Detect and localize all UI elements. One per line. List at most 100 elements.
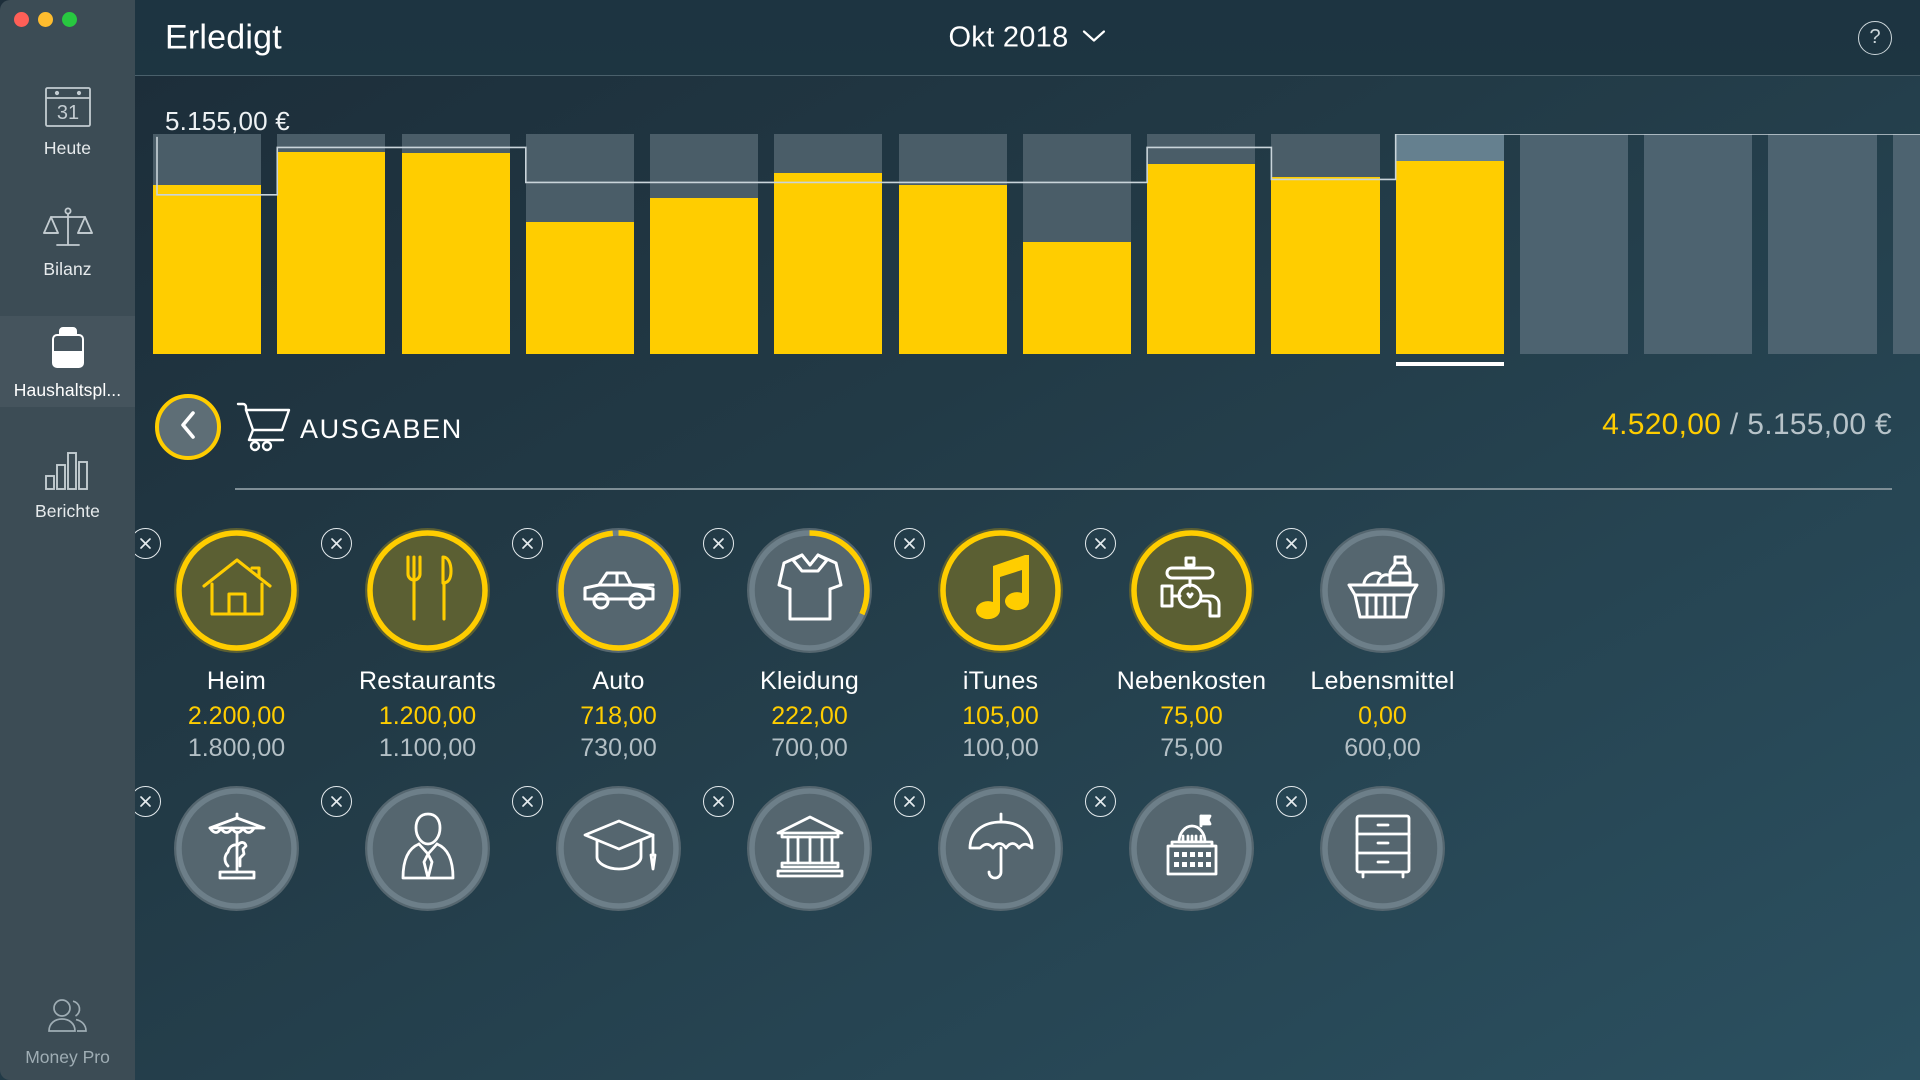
bar-column[interactable]	[1644, 134, 1753, 354]
category-persoenlich[interactable]	[321, 786, 523, 911]
category-nebenkosten[interactable]: Nebenkosten 75,00 75,00	[1085, 528, 1287, 763]
sidebar-footer-label: Money Pro	[25, 1047, 110, 1067]
close-circle-icon[interactable]	[321, 528, 352, 559]
maximize-button[interactable]	[62, 12, 77, 27]
category-spent: 75,00	[1160, 702, 1223, 730]
category-heim[interactable]: Heim 2.200,00 1.800,00	[135, 528, 332, 763]
category-circle[interactable]	[321, 786, 490, 911]
progress-ring	[176, 530, 297, 651]
category-lebensmittel[interactable]: Lebensmittel 0,00 600,00	[1276, 528, 1478, 763]
group-name: AUSGABEN	[300, 414, 463, 444]
category-versicherung[interactable]	[894, 786, 1096, 911]
category-circle[interactable]	[135, 786, 299, 911]
shopping-cart-icon	[235, 400, 293, 457]
category-haushalt[interactable]	[1276, 786, 1478, 911]
minimize-button[interactable]	[38, 12, 53, 27]
category-circle[interactable]	[512, 528, 681, 653]
category-limit: 700,00	[771, 734, 848, 762]
sidebar-item-berichte[interactable]: Berichte	[0, 437, 135, 528]
category-circle[interactable]	[512, 786, 681, 911]
close-circle-icon[interactable]	[703, 786, 734, 817]
period-picker[interactable]: Okt 2018	[948, 21, 1106, 54]
main-area: Erledigt Okt 2018 ? 5.155,00 € AUSGABEN …	[135, 0, 1920, 1080]
bar-column[interactable]	[153, 134, 262, 354]
close-circle-icon[interactable]	[1276, 528, 1307, 559]
bar-column[interactable]	[277, 134, 386, 354]
category-circle[interactable]	[1085, 786, 1254, 911]
bar-column[interactable]	[525, 134, 634, 354]
close-circle-icon[interactable]	[135, 786, 161, 817]
selected-bar-indicator	[1395, 362, 1504, 366]
category-auto[interactable]: Auto 718,00 730,00	[512, 528, 714, 763]
category-circle[interactable]	[703, 786, 872, 911]
category-spent: 718,00	[580, 702, 657, 730]
category-unterhaltung[interactable]	[135, 786, 332, 911]
category-circle[interactable]	[1276, 528, 1445, 653]
bar-fill	[1271, 177, 1380, 354]
bar-column[interactable]	[1022, 134, 1131, 354]
bar-column[interactable]	[1768, 134, 1877, 354]
category-circle[interactable]	[1276, 786, 1445, 911]
page-title: Erledigt	[165, 18, 282, 56]
category-circle[interactable]	[321, 528, 490, 653]
category-label: iTunes	[962, 667, 1039, 695]
sidebar-item-label: Bilanz	[43, 259, 92, 279]
close-circle-icon[interactable]	[321, 786, 352, 817]
sidebar-item-haushaltsplan[interactable]: Haushaltspl...	[0, 316, 135, 407]
category-circle[interactable]	[894, 786, 1063, 911]
category-bank[interactable]	[703, 786, 905, 911]
category-row-2	[135, 786, 1920, 911]
bar-fill	[1022, 242, 1131, 354]
progress-ring	[558, 530, 679, 651]
sidebar-item-heute[interactable]: 31 Heute	[0, 74, 135, 165]
window-controls	[14, 12, 77, 27]
category-limit: 75,00	[1160, 734, 1223, 762]
help-icon: ?	[1869, 26, 1881, 48]
category-restaurants[interactable]: Restaurants 1.200,00 1.100,00	[321, 528, 523, 763]
users-icon	[45, 996, 91, 1041]
bar-column[interactable]	[650, 134, 759, 354]
category-circle[interactable]	[894, 528, 1063, 653]
close-circle-icon[interactable]	[135, 528, 161, 559]
svg-text:31: 31	[56, 102, 78, 124]
category-bildung[interactable]	[512, 786, 714, 911]
category-circle[interactable]	[135, 528, 299, 653]
category-kleidung[interactable]: Kleidung 222,00 700,00	[703, 528, 905, 763]
bar-column[interactable]	[1147, 134, 1256, 354]
close-button[interactable]	[14, 12, 29, 27]
close-circle-icon[interactable]	[1276, 786, 1307, 817]
back-button[interactable]	[155, 394, 221, 460]
bar-column[interactable]	[898, 134, 1007, 354]
bar-column[interactable]	[1271, 134, 1380, 354]
category-steuern[interactable]	[1085, 786, 1287, 911]
bar-column[interactable]	[401, 134, 510, 354]
category-itunes[interactable]: iTunes 105,00 100,00	[894, 528, 1096, 763]
bar-background	[1519, 134, 1629, 354]
close-circle-icon[interactable]	[894, 786, 925, 817]
category-circle[interactable]	[703, 528, 872, 653]
close-circle-icon[interactable]	[703, 528, 734, 559]
money-pro-window: 31 Heute Bilanz Haushaltspl... Berichte M…	[0, 0, 1920, 1080]
bar-column[interactable]	[1892, 134, 1920, 354]
close-circle-icon[interactable]	[1085, 786, 1116, 817]
bar-column[interactable]	[774, 134, 883, 354]
bar-column[interactable]	[1395, 134, 1504, 366]
close-circle-icon[interactable]	[512, 528, 543, 559]
progress-ring	[940, 530, 1061, 651]
help-button[interactable]: ?	[1858, 20, 1892, 55]
category-grid: Heim 2.200,00 1.800,00 Restaurants 1.200,00…	[135, 506, 1920, 1080]
close-circle-icon[interactable]	[512, 786, 543, 817]
sidebar-footer[interactable]: Money Pro	[0, 996, 135, 1068]
close-circle-icon[interactable]	[1085, 528, 1116, 559]
close-circle-icon[interactable]	[894, 528, 925, 559]
category-circle[interactable]	[1085, 528, 1254, 653]
header-bar: Erledigt Okt 2018 ?	[135, 0, 1920, 76]
bar-chart[interactable]	[153, 134, 1920, 366]
progress-ring	[749, 788, 870, 909]
sidebar-item-label: Berichte	[35, 501, 100, 521]
category-limit: 100,00	[962, 734, 1039, 762]
sidebar-item-bilanz[interactable]: Bilanz	[0, 195, 135, 286]
category-row-1: Heim 2.200,00 1.800,00 Restaurants 1.200,00…	[135, 528, 1920, 763]
bar-column[interactable]	[1519, 134, 1629, 354]
bar-background	[1768, 134, 1877, 354]
